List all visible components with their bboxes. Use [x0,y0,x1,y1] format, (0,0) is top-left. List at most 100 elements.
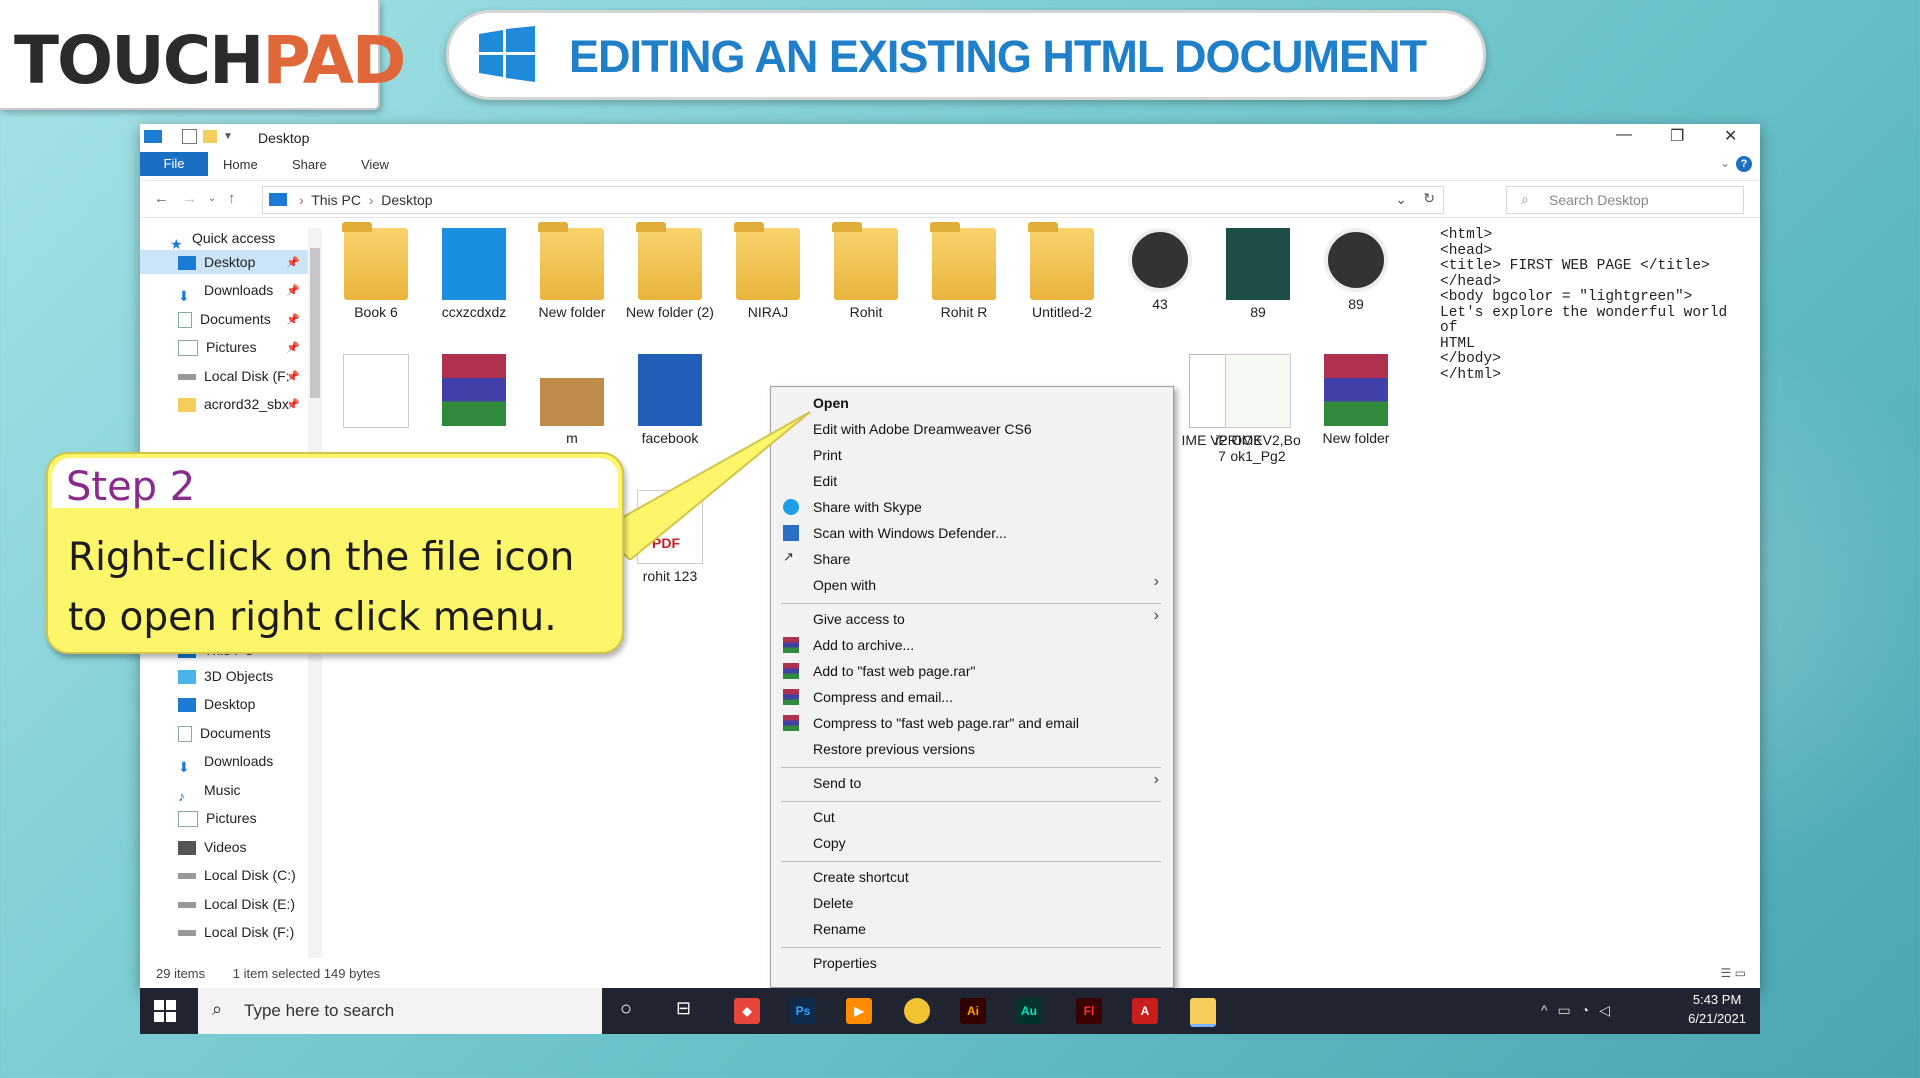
menu-item-restore-versions[interactable]: Restore previous versions [813,737,975,761]
refresh-icon[interactable]: ↻ [1423,190,1435,207]
anydesk-icon[interactable]: ◆ [734,998,760,1024]
menu-item-compress-email[interactable]: Compress and email... [813,685,953,709]
pin-icon[interactable]: 📌 [286,284,300,297]
nav-quick-access[interactable]: ★ Quick access [170,226,275,252]
file-item[interactable]: Rohit [820,222,912,320]
menu-item-scan-defender[interactable]: Scan with Windows Defender... [813,521,1007,545]
nav-documents[interactable]: Documents [178,307,271,331]
file-item[interactable] [428,354,520,430]
close-button[interactable]: ✕ [1724,126,1737,146]
menu-item-edit-dreamweaver[interactable]: Edit with Adobe Dreamweaver CS6 [813,417,1032,441]
address-dropdown-icon[interactable]: ⌄ [1395,191,1407,208]
file-item[interactable]: 89 [1212,228,1304,320]
clock[interactable]: 5:43 PM 6/21/2021 [1688,992,1746,1026]
help-icon[interactable]: ? [1736,156,1752,172]
nav-pictures-pc[interactable]: Pictures [178,806,257,830]
file-item[interactable]: New folder [526,222,618,320]
task-view-icon[interactable]: ⊟ [676,998,691,1019]
menu-item-share-skype[interactable]: Share with Skype [813,495,922,519]
submenu-chevron-icon: › [1153,573,1159,590]
file-explorer-icon[interactable] [1190,998,1216,1027]
file-item[interactable]: New folder (2) [624,222,716,320]
up-arrow-icon[interactable]: ↑ [228,190,236,207]
menu-item-compress-rar-email[interactable]: Compress to "fast web page.rar" and emai… [813,711,1079,735]
nav-local-disk-c[interactable]: Local Disk (C:) [178,863,296,887]
menu-item-rename[interactable]: Rename [813,917,866,941]
pin-icon[interactable]: 📌 [286,256,300,269]
taskbar-search-input[interactable]: ⌕ Type here to search [198,988,602,1034]
media-player-icon[interactable]: ▶ [846,998,872,1024]
menu-item-cut[interactable]: Cut [813,805,835,829]
chevron-down-icon[interactable]: ▼ [223,131,233,142]
system-tray-icons[interactable]: ^▭◔◁ [1541,1002,1620,1019]
nav-local-disk-e[interactable]: Local Disk (E:) [178,892,295,916]
details-view-icon[interactable]: ☰ [1721,966,1732,980]
pin-icon[interactable]: 📌 [286,398,300,411]
menu-item-give-access[interactable]: Give access to [813,607,905,631]
pin-icon[interactable]: 📌 [286,313,300,326]
file-item[interactable]: Book 6 [330,222,422,320]
menu-item-add-archive[interactable]: Add to archive... [813,633,914,657]
acrobat-icon[interactable]: A [1132,998,1158,1024]
menu-item-delete[interactable]: Delete [813,891,853,915]
file-item[interactable]: Untitled-2 [1016,222,1108,320]
nav-3d-objects[interactable]: 3D Objects [178,664,273,688]
file-item[interactable]: 43 [1114,228,1206,312]
file-item[interactable]: Rohit R [918,222,1010,320]
pin-icon[interactable]: 📌 [286,370,300,383]
minimize-button[interactable]: — [1616,126,1632,144]
file-item[interactable]: iPRIMEV2,Bo ok1_Pg2 [1212,354,1304,464]
cube-icon [178,670,196,685]
expand-ribbon-icon[interactable]: ⌄ [1720,156,1730,170]
flash-icon[interactable]: Fl [1076,998,1102,1024]
start-button[interactable] [154,1000,176,1022]
chrome-icon[interactable] [904,998,930,1024]
tab-home[interactable]: Home [223,157,258,172]
nav-documents-pc[interactable]: Documents [178,721,271,745]
logo-main-text: TOUCH [14,22,264,99]
winrar-icon [783,663,799,679]
file-item[interactable]: New folder [1310,354,1402,446]
nav-downloads[interactable]: ⬇ Downloads [178,278,273,304]
recent-locations-icon[interactable]: ⌄ [208,193,216,204]
nav-music[interactable]: ♪ Music [178,778,241,804]
windows-logo-icon [479,26,535,82]
menu-item-create-shortcut[interactable]: Create shortcut [813,865,909,889]
pin-icon[interactable]: 📌 [286,341,300,354]
forward-arrow-icon[interactable]: → [182,190,197,207]
breadcrumb-this-pc[interactable]: This PC [311,192,361,208]
nav-desktop-pc[interactable]: Desktop [178,692,255,716]
tab-file[interactable]: File [140,152,208,176]
nav-downloads-pc[interactable]: ⬇ Downloads [178,749,273,775]
winrar-icon [783,637,799,653]
menu-item-open-with[interactable]: Open with [813,573,876,597]
menu-item-copy[interactable]: Copy [813,831,846,855]
cortana-icon[interactable]: ○ [620,998,632,1021]
illustrator-icon[interactable]: Ai [960,998,986,1024]
file-item[interactable]: 89 [1310,228,1402,312]
scrollbar-thumb[interactable] [310,248,320,398]
file-item[interactable] [330,354,422,432]
large-icons-view-icon[interactable]: ▭ [1735,966,1746,980]
nav-local-disk-f[interactable]: Local Disk (F: [178,364,290,388]
search-input[interactable]: ⌕ Search Desktop [1506,186,1744,214]
menu-item-add-rar[interactable]: Add to "fast web page.rar" [813,659,975,683]
breadcrumb-desktop[interactable]: Desktop [381,192,432,208]
address-bar[interactable]: › This PC › Desktop ⌄ ↻ [262,186,1444,214]
file-item[interactable]: NIRAJ [722,222,814,320]
nav-acrord32[interactable]: acrord32_sbx [178,392,289,416]
menu-item-properties[interactable]: Properties [813,951,877,975]
file-item[interactable]: ccxzcdxdz [428,228,520,320]
nav-videos[interactable]: Videos [178,835,247,859]
properties-icon[interactable] [182,129,197,144]
new-folder-icon[interactable] [203,130,217,143]
restore-button[interactable]: ❐ [1670,126,1684,146]
back-arrow-icon[interactable]: ← [154,190,169,207]
tab-share[interactable]: Share [292,157,327,172]
nav-pictures[interactable]: Pictures [178,335,257,359]
audition-icon[interactable]: Au [1016,998,1042,1024]
tab-view[interactable]: View [361,157,389,172]
menu-item-send-to[interactable]: Send to [813,771,861,795]
photoshop-icon[interactable]: Ps [790,998,816,1024]
nav-local-disk-f-pc[interactable]: Local Disk (F:) [178,920,294,944]
